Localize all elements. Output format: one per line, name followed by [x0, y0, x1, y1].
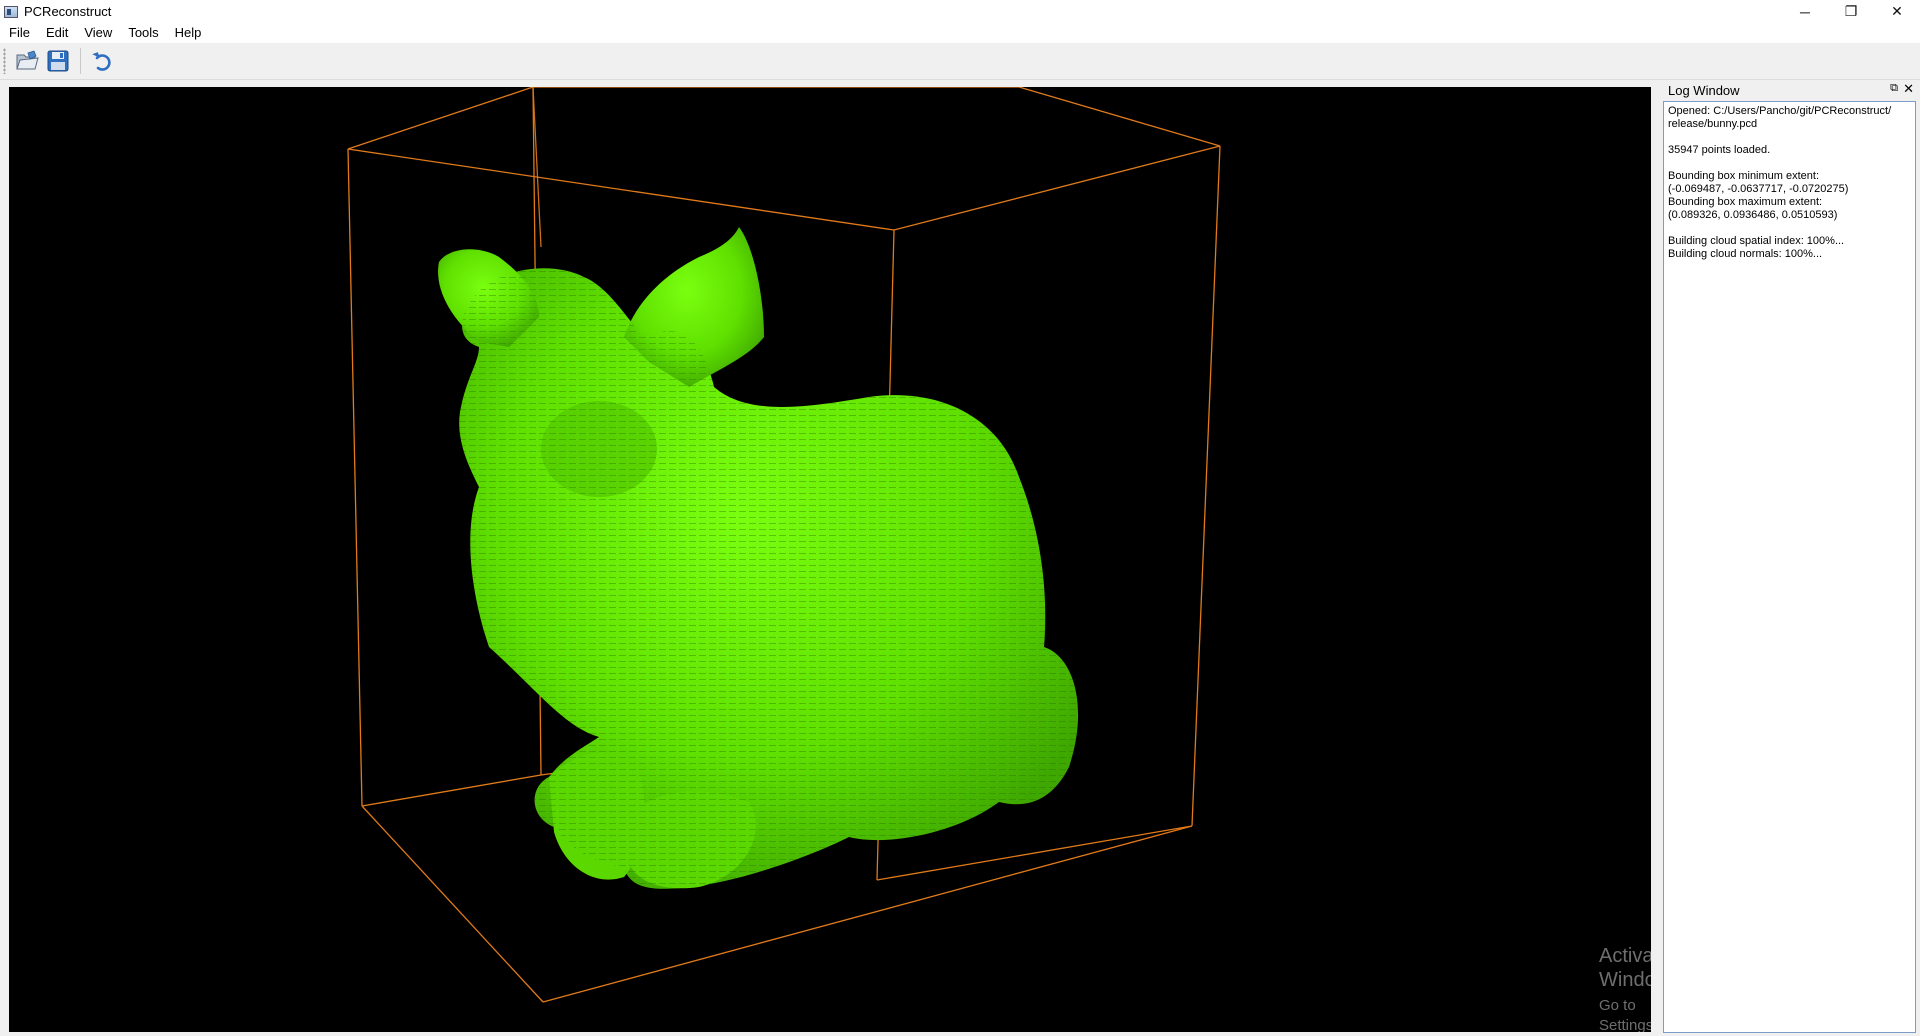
- point-cloud-viewport[interactable]: Activate Windows Go to Settings to activ…: [9, 87, 1651, 1032]
- open-button[interactable]: [12, 46, 42, 76]
- log-line: release/bunny.pcd: [1668, 118, 1758, 130]
- log-line: Building cloud spatial index: 100%...: [1668, 235, 1845, 247]
- menu-help[interactable]: Help: [167, 23, 210, 43]
- menu-edit[interactable]: Edit: [38, 23, 76, 43]
- close-button[interactable]: ✕: [1874, 0, 1920, 23]
- log-line: Building cloud normals: 100%...: [1668, 248, 1823, 260]
- undo-icon: [92, 52, 111, 71]
- float-icon[interactable]: ⧉: [1890, 82, 1898, 95]
- title-bar: PCReconstruct ─ ❐ ✕: [0, 0, 1920, 23]
- application-window: PCReconstruct ─ ❐ ✕ File Edit View Tools…: [0, 0, 1920, 1036]
- log-text-area[interactable]: Opened: C:/Users/Pancho/git/PCReconstruc…: [1663, 101, 1916, 1033]
- toolbar-grip[interactable]: [3, 48, 6, 74]
- point-cloud-render: [347, 87, 1221, 1003]
- menu-view[interactable]: View: [76, 23, 120, 43]
- close-icon[interactable]: ✕: [1903, 81, 1914, 97]
- log-window-dock: Log Window ⧉ ✕ Opened: C:/Users/Pancho/g…: [1662, 80, 1920, 1036]
- app-icon: [4, 5, 18, 18]
- window-controls: ─ ❐ ✕: [1782, 0, 1920, 23]
- log-blank-line: [1668, 222, 1911, 235]
- log-blank-line: [1668, 157, 1911, 170]
- log-line: Bounding box minimum extent:: [1668, 170, 1820, 182]
- minimize-button[interactable]: ─: [1782, 0, 1828, 23]
- log-blank-line: [1668, 131, 1911, 144]
- log-window-titlebar[interactable]: Log Window ⧉ ✕: [1662, 80, 1920, 100]
- watermark-subtitle: Go to Settings to activate Windows.: [1599, 997, 1651, 1032]
- bunny-point-cloud: [438, 227, 1079, 889]
- log-line: 35947 points loaded.: [1668, 144, 1771, 156]
- log-line: Bounding box maximum extent:: [1668, 196, 1823, 208]
- toolbar-separator: [80, 48, 81, 74]
- watermark-title: Activate Windows: [1599, 945, 1651, 991]
- save-disk-icon: [47, 50, 69, 72]
- open-folder-icon: [16, 50, 39, 70]
- log-line: (0.089326, 0.0936486, 0.0510593): [1668, 209, 1838, 221]
- restore-button[interactable]: ❐: [1828, 0, 1874, 23]
- log-line: (-0.069487, -0.0637717, -0.0720275): [1668, 183, 1849, 195]
- menu-tools[interactable]: Tools: [120, 23, 166, 43]
- activation-watermark: Activate Windows Go to Settings to activ…: [1599, 944, 1651, 1032]
- undo-button[interactable]: [87, 46, 117, 76]
- log-line: Opened: C:/Users/Pancho/git/PCReconstruc…: [1668, 105, 1892, 117]
- save-button[interactable]: [43, 46, 73, 76]
- menu-bar: File Edit View Tools Help: [0, 23, 1920, 43]
- toolbar: [0, 43, 1920, 80]
- window-title: PCReconstruct: [24, 4, 112, 19]
- log-window-title: Log Window: [1668, 82, 1740, 98]
- menu-file[interactable]: File: [0, 23, 38, 43]
